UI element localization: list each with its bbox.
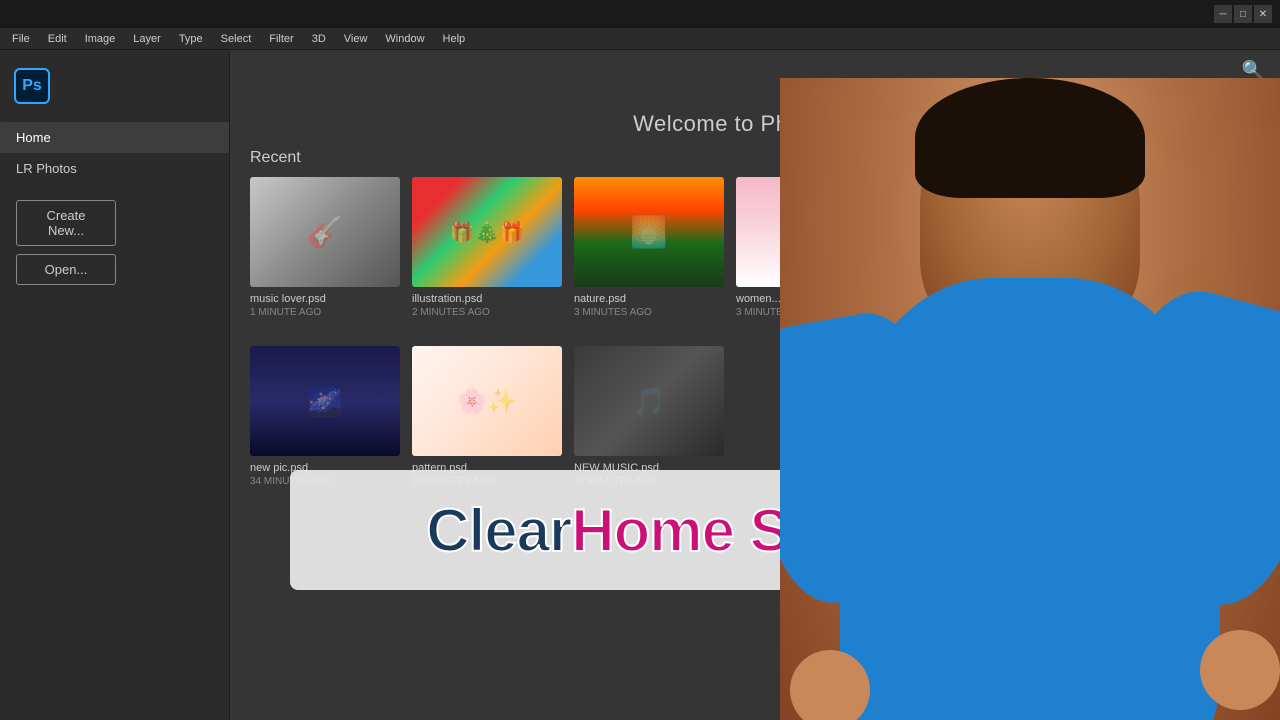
menu-edit[interactable]: Edit: [40, 31, 75, 47]
maximize-button[interactable]: □: [1234, 5, 1252, 23]
banner-text-dark: Clear: [426, 496, 571, 565]
open-button[interactable]: Open...: [16, 254, 116, 285]
menu-3d[interactable]: 3D: [304, 31, 334, 47]
menu-view[interactable]: View: [336, 31, 376, 47]
menu-image[interactable]: Image: [77, 31, 124, 47]
thumb-time-2: 3 MINUTES AGO: [574, 307, 724, 318]
thumb-new-music[interactable]: 🎵 NEW MUSIC.psd 37 MINUTES AGO: [574, 346, 724, 487]
thumb-name-2: nature.psd: [574, 293, 724, 305]
sidebar: Ps Home LR Photos Create New... Open...: [0, 50, 230, 720]
sidebar-item-lr-photos[interactable]: LR Photos: [0, 153, 229, 184]
menu-window[interactable]: Window: [377, 31, 432, 47]
content-area: 🔍 Welcome to Photoshop. Recent Sort Last…: [230, 50, 1280, 720]
thumb-illustration[interactable]: 🎁🎄🎁 illustration.psd 2 MINUTES AGO: [412, 177, 562, 318]
ps-logo-icon: Ps: [14, 68, 50, 104]
thumb-music-lover[interactable]: 🎸 music lover.psd 1 MINUTE AGO: [250, 177, 400, 318]
recent-title: Recent: [250, 149, 301, 167]
title-bar-controls: ─ □ ✕: [1214, 5, 1272, 23]
thumb-new-pic[interactable]: 🌌 new pic.psd 34 MINUTES AGO: [250, 346, 400, 487]
menu-help[interactable]: Help: [435, 31, 474, 47]
thumb-name-0: music lover.psd: [250, 293, 400, 305]
menu-layer[interactable]: Layer: [125, 31, 169, 47]
thumb-pattern[interactable]: 🌸✨ pattern.psd 36 MINUTES AGO: [412, 346, 562, 487]
create-new-button[interactable]: Create New...: [16, 200, 116, 246]
sidebar-logo: Ps: [0, 60, 229, 112]
main-layout: Ps Home LR Photos Create New... Open... …: [0, 50, 1280, 720]
thumb-nature[interactable]: 🌅 nature.psd 3 MINUTES AGO: [574, 177, 724, 318]
sidebar-item-home[interactable]: Home: [0, 122, 229, 153]
thumb-name-1: illustration.psd: [412, 293, 562, 305]
sidebar-actions: Create New... Open...: [0, 184, 229, 301]
menu-bar: File Edit Image Layer Type Select Filter…: [0, 28, 1280, 50]
title-bar: ─ □ ✕: [0, 0, 1280, 28]
minimize-button[interactable]: ─: [1214, 5, 1232, 23]
person-overlay: [780, 78, 1280, 720]
thumb-time-1: 2 MINUTES AGO: [412, 307, 562, 318]
close-button[interactable]: ✕: [1254, 5, 1272, 23]
menu-file[interactable]: File: [4, 31, 38, 47]
menu-type[interactable]: Type: [171, 31, 211, 47]
thumb-time-0: 1 MINUTE AGO: [250, 307, 400, 318]
menu-select[interactable]: Select: [213, 31, 260, 47]
person-silhouette: [780, 78, 1280, 720]
menu-filter[interactable]: Filter: [261, 31, 301, 47]
